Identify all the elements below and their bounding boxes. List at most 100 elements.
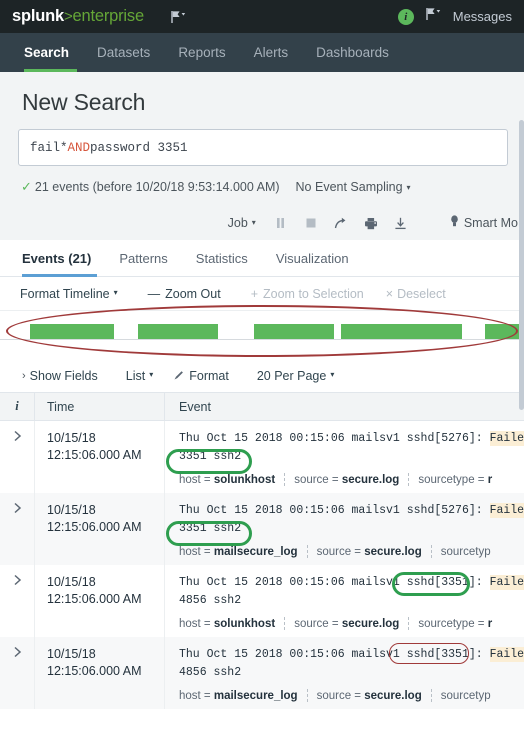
field-divider: [306, 545, 308, 558]
primary-nav: Search Datasets Reports Alerts Dashboard…: [0, 33, 524, 72]
expand-row-toggle[interactable]: [0, 493, 35, 565]
list-view-label: List: [125, 368, 146, 383]
event-raw-line2[interactable]: 3351 ssh2: [179, 448, 524, 466]
field-host-key: host =: [179, 545, 214, 558]
search-mode-selector[interactable]: Smart Mo: [450, 215, 518, 231]
settings-flag-icon[interactable]: [425, 7, 442, 26]
deselect-button[interactable]: × Deselect: [386, 287, 446, 301]
timeline-bar[interactable]: [340, 324, 402, 339]
field-host[interactable]: host = solunkhost: [179, 618, 275, 630]
tab-patterns[interactable]: Patterns: [105, 240, 181, 276]
field-source[interactable]: source = secure.log: [317, 546, 422, 558]
splunk-logo[interactable]: splunk>enterprise: [12, 7, 144, 26]
event-raw-line2[interactable]: 3351 ssh2: [179, 520, 524, 538]
field-source-key: source =: [294, 473, 342, 486]
event-time: 12:15:06.000 AM: [47, 520, 142, 534]
nav-label: Alerts: [253, 45, 289, 60]
event-raw-line1[interactable]: Thu Oct 15 2018 00:15:06 mailsv1 sshd[52…: [179, 502, 524, 520]
nav-item-alerts[interactable]: Alerts: [240, 33, 303, 72]
format-timeline-dropdown[interactable]: Format Timeline ▾: [20, 287, 118, 301]
zoom-out-button[interactable]: — Zoom Out: [148, 287, 221, 301]
table-row[interactable]: 10/15/18 12:15:06.000 AM Thu Oct 15 2018…: [0, 637, 524, 709]
event-timestamp: 10/15/18 12:15:06.000 AM: [35, 421, 165, 493]
field-sourcetype[interactable]: sourcetype = r: [418, 618, 492, 630]
field-sourcetype-key: sourcetyp: [440, 689, 491, 702]
field-host-value: mailsecure_log: [213, 545, 298, 558]
timeline-controls: Format Timeline ▾ — Zoom Out + Zoom to Sele…: [0, 277, 524, 311]
events-options-row: › Show Fields List ▾ Format 20 Per Page ▾: [0, 359, 524, 392]
events-table: i Time Event 10/15/18 12:15:06.000 AM Th…: [0, 392, 524, 709]
tab-visualization[interactable]: Visualization: [262, 240, 363, 276]
field-source[interactable]: source = secure.log: [294, 618, 399, 630]
download-icon[interactable]: [386, 217, 416, 230]
timeline-bar[interactable]: [137, 324, 218, 339]
table-row[interactable]: 10/15/18 12:15:06.000 AM Thu Oct 15 2018…: [0, 565, 524, 637]
nav-item-dashboards[interactable]: Dashboards: [302, 33, 403, 72]
expand-row-toggle[interactable]: [0, 637, 35, 709]
raw-highlight: Failed: [489, 575, 524, 590]
vertical-scrollbar[interactable]: [519, 120, 524, 410]
tab-statistics[interactable]: Statistics: [182, 240, 262, 276]
event-raw-line2[interactable]: 4856 ssh2: [179, 664, 524, 682]
job-dropdown[interactable]: Job ▾: [218, 216, 266, 230]
table-row[interactable]: 10/15/18 12:15:06.000 AM Thu Oct 15 2018…: [0, 421, 524, 493]
event-raw-line1[interactable]: Thu Oct 15 2018 00:15:06 mailsv1 sshd[33…: [179, 646, 524, 664]
field-sourcetype[interactable]: sourcetype = r: [418, 474, 492, 486]
event-sampling-dropdown[interactable]: No Event Sampling ▾: [296, 180, 411, 194]
field-sourcetype[interactable]: sourcetyp: [441, 546, 491, 558]
search-input[interactable]: fail* AND password 3351: [18, 129, 508, 166]
raw-highlight: Failed: [489, 647, 524, 662]
event-raw-line1[interactable]: Thu Oct 15 2018 00:15:06 mailsv1 sshd[52…: [179, 430, 524, 448]
field-divider: [430, 545, 432, 558]
job-label: Job: [227, 216, 248, 230]
raw-pre: Thu Oct 15 2018 00:15:06 mailsv1 sshd[33…: [179, 648, 490, 661]
zoom-out-label: Zoom Out: [165, 286, 221, 301]
field-divider: [430, 689, 432, 702]
event-raw-line1[interactable]: Thu Oct 15 2018 00:15:06 mailsv1 sshd[33…: [179, 574, 524, 592]
nav-item-reports[interactable]: Reports: [164, 33, 239, 72]
event-raw-line2[interactable]: 4856 ssh2: [179, 592, 524, 610]
event-content: Thu Oct 15 2018 00:15:06 mailsv1 sshd[33…: [165, 565, 524, 637]
query-keyword-and: AND: [67, 140, 91, 155]
messages-menu[interactable]: Messages: [453, 9, 512, 24]
timeline-bar[interactable]: [29, 324, 114, 339]
show-fields-label: Show Fields: [29, 368, 98, 383]
query-prefix: fail*: [30, 140, 68, 155]
timeline-bar[interactable]: [254, 324, 335, 339]
field-source-key: source =: [316, 689, 365, 702]
field-source-value: secure.log: [341, 473, 400, 486]
list-view-dropdown[interactable]: List ▾: [126, 369, 153, 383]
field-host[interactable]: host = mailsecure_log: [179, 690, 298, 702]
field-sourcetype-value: r: [487, 473, 493, 486]
tab-events[interactable]: Events (21): [18, 240, 105, 277]
table-row[interactable]: 10/15/18 12:15:06.000 AM Thu Oct 15 2018…: [0, 493, 524, 565]
timeline-bar[interactable]: [400, 324, 462, 339]
per-page-dropdown[interactable]: 20 Per Page ▾: [257, 369, 335, 383]
raw-line2-text: 4856 ssh2: [179, 666, 242, 679]
format-button[interactable]: Format: [173, 369, 229, 383]
field-source[interactable]: source = secure.log: [317, 690, 422, 702]
pause-icon[interactable]: [266, 217, 296, 229]
nav-item-search[interactable]: Search: [18, 33, 83, 72]
expand-row-toggle[interactable]: [0, 421, 35, 493]
show-fields-button[interactable]: › Show Fields: [22, 369, 98, 383]
field-host[interactable]: host = solunkhost: [179, 474, 275, 486]
logo-enterprise-text: enterprise: [72, 7, 145, 25]
zoom-to-selection-button[interactable]: + Zoom to Selection: [251, 287, 364, 301]
field-host-value: mailsecure_log: [213, 689, 298, 702]
share-icon[interactable]: [326, 217, 356, 230]
events-timeline-chart[interactable]: [0, 305, 524, 359]
field-host[interactable]: host = mailsecure_log: [179, 546, 298, 558]
print-icon[interactable]: [356, 217, 386, 230]
field-source[interactable]: source = secure.log: [294, 474, 399, 486]
nav-item-datasets[interactable]: Datasets: [83, 33, 164, 72]
raw-line2-text: 3351 ssh2: [179, 450, 242, 463]
stop-icon[interactable]: [296, 217, 326, 229]
field-sourcetype[interactable]: sourcetyp: [441, 690, 491, 702]
expand-row-toggle[interactable]: [0, 565, 35, 637]
field-divider: [306, 689, 308, 702]
raw-highlight: Failed: [489, 503, 524, 518]
info-icon[interactable]: i: [397, 8, 414, 25]
flag-dropdown-icon[interactable]: [170, 10, 187, 24]
nav-label: Dashboards: [316, 45, 389, 60]
